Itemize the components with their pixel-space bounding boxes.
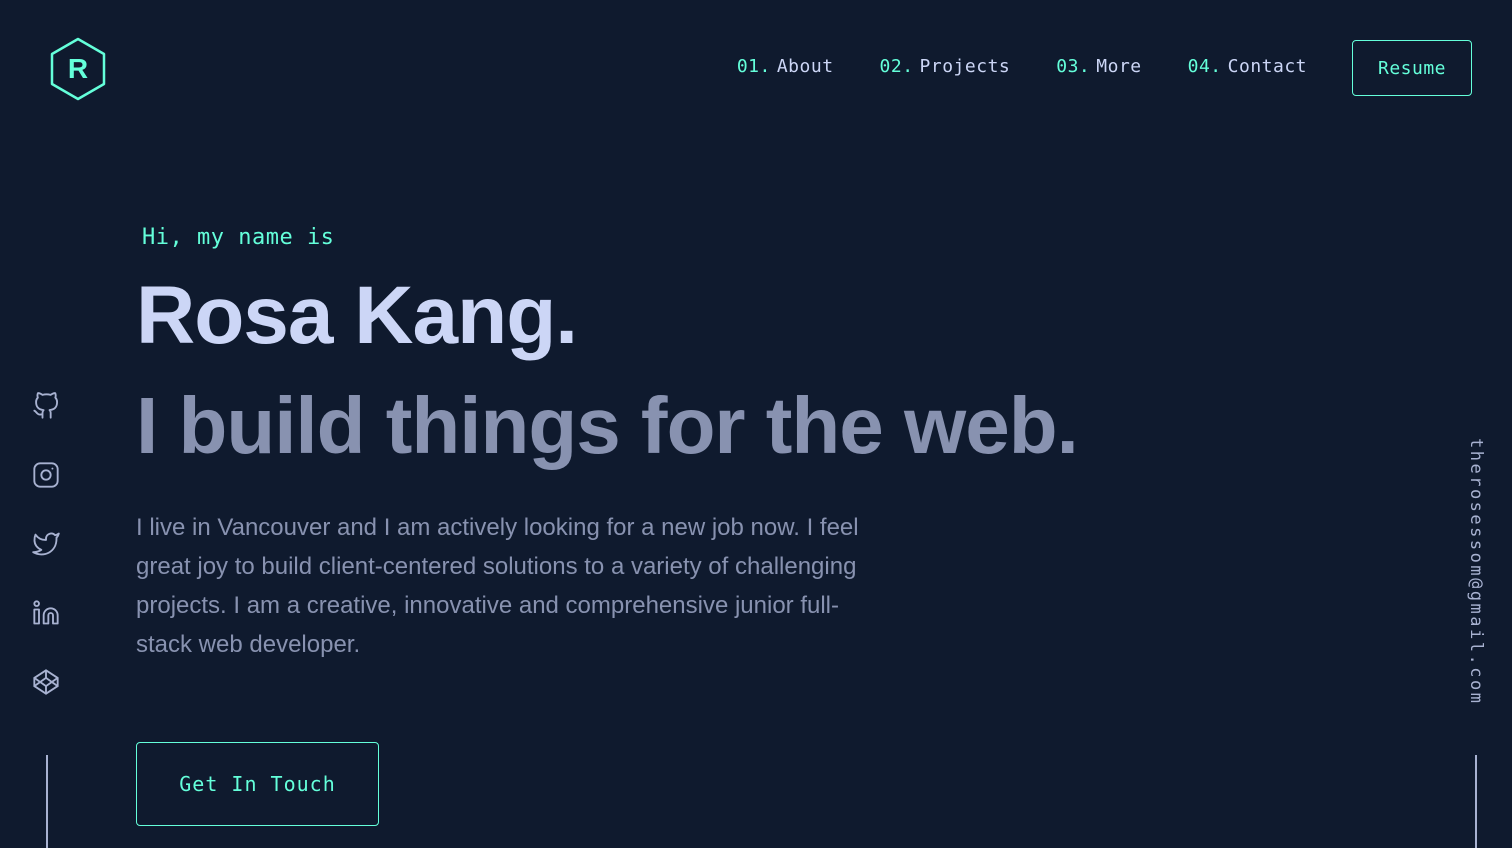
- linkedin-link[interactable]: [30, 597, 62, 629]
- codepen-icon: [33, 669, 59, 695]
- logo-letter: R: [68, 53, 88, 84]
- nav-number: 02.: [879, 56, 914, 77]
- get-in-touch-button[interactable]: Get In Touch: [136, 742, 379, 826]
- github-link[interactable]: [30, 390, 62, 422]
- logo-link[interactable]: R: [48, 36, 108, 102]
- codepen-link[interactable]: [30, 666, 62, 698]
- github-icon: [33, 392, 59, 419]
- hero-tagline: I build things for the web.: [136, 381, 1079, 470]
- email-link[interactable]: therosessom@gmail.com: [1466, 438, 1486, 705]
- hero-greeting: Hi, my name is: [142, 225, 335, 250]
- nav-item-more[interactable]: 03. More: [1056, 56, 1141, 77]
- nav-label: More: [1096, 56, 1142, 77]
- twitter-icon: [32, 532, 60, 556]
- nav-number: 01.: [736, 56, 771, 77]
- nav-item-projects[interactable]: 02. Projects: [880, 56, 1011, 77]
- hero-bio: I live in Vancouver and I am actively lo…: [136, 514, 859, 658]
- social-links: [26, 390, 66, 698]
- nav-item-about[interactable]: 01. About: [737, 56, 834, 77]
- instagram-icon: [33, 462, 59, 488]
- nav-label: Projects: [919, 56, 1011, 77]
- left-divider-line: [46, 755, 48, 848]
- main-nav: 01. About 02. Projects 03. More 04. Contact: [737, 56, 1307, 77]
- twitter-link[interactable]: [30, 528, 62, 560]
- linkedin-icon: [33, 600, 59, 625]
- nav-item-contact[interactable]: 04. Contact: [1188, 56, 1307, 77]
- nav-number: 03.: [1056, 56, 1091, 77]
- nav-label: Contact: [1227, 56, 1307, 77]
- resume-button[interactable]: Resume: [1352, 40, 1472, 96]
- nav-number: 04.: [1187, 56, 1222, 77]
- hero-name: Rosa Kang.: [136, 270, 578, 361]
- nav-label: About: [776, 56, 834, 77]
- hexagon-logo-icon: R: [50, 37, 106, 101]
- instagram-link[interactable]: [30, 459, 62, 491]
- right-divider-line: [1475, 755, 1477, 848]
